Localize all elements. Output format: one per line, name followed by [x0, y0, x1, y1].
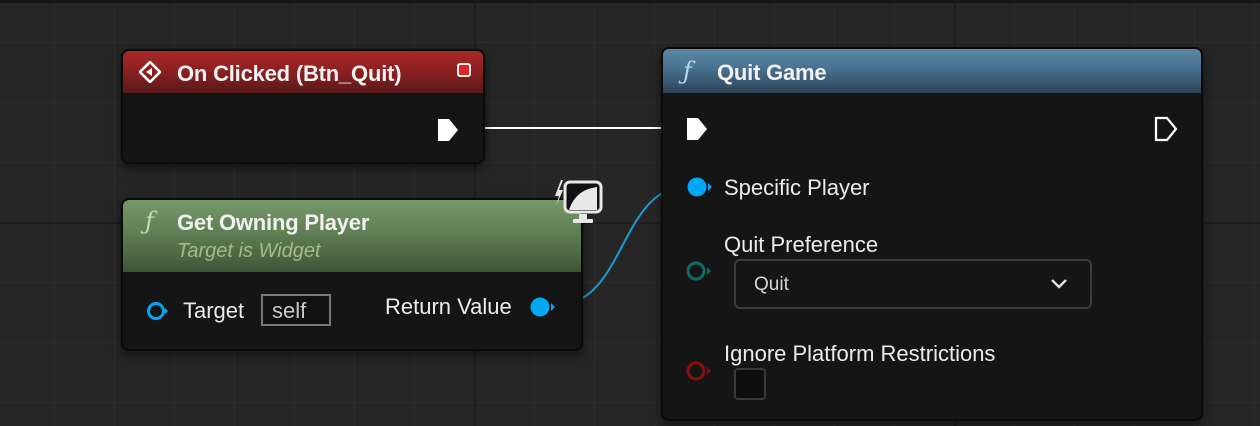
specific-player-label: Specific Player — [724, 175, 870, 200]
get-owning-player-header[interactable]: ƒ Get Owning Player Target is Widget — [123, 200, 581, 272]
quit-game-header[interactable]: ƒ Quit Game — [663, 49, 1201, 93]
exec-out-pin-icon[interactable] — [1153, 116, 1179, 142]
function-icon: ƒ — [683, 57, 692, 85]
quit-game-node[interactable]: ƒ Quit Game Specific Player Quit Prefere… — [661, 47, 1203, 421]
ignore-restrictions-checkbox[interactable] — [734, 368, 766, 400]
event-node-on-clicked[interactable]: On Clicked (Btn_Quit) — [121, 49, 485, 164]
event-diamond-icon — [139, 61, 161, 83]
ignore-restrictions-label: Ignore Platform Restrictions — [724, 341, 996, 366]
quit-preference-dropdown[interactable]: Quit — [734, 259, 1092, 309]
event-node-title: On Clicked (Btn_Quit) — [177, 61, 402, 86]
get-owning-player-title: Get Owning Player — [177, 210, 370, 235]
exec-in-pin-icon[interactable] — [684, 116, 710, 142]
target-self-field[interactable]: self — [261, 294, 331, 326]
get-owning-player-subtitle: Target is Widget — [177, 240, 321, 262]
quit-preference-label: Quit Preference — [724, 232, 879, 257]
return-value-pin-icon[interactable] — [528, 296, 558, 318]
target-pin-label: Target — [183, 298, 245, 323]
graph-top-edge — [0, 0, 1260, 3]
target-object-pin-icon[interactable] — [146, 301, 170, 321]
quit-preference-pin-icon[interactable] — [685, 260, 715, 282]
function-icon: ƒ — [145, 207, 154, 235]
widget-monitor-icon — [555, 180, 603, 223]
quit-game-title: Quit Game — [717, 60, 827, 85]
return-value-label: Return Value — [385, 294, 512, 319]
chevron-down-icon — [1051, 279, 1067, 289]
delegate-output-pin[interactable] — [457, 63, 471, 77]
ignore-restrictions-pin-icon[interactable] — [685, 360, 715, 382]
event-node-header[interactable]: On Clicked (Btn_Quit) — [123, 51, 483, 93]
quit-preference-value: Quit — [754, 274, 789, 295]
exec-out-pin-icon[interactable] — [435, 117, 461, 143]
get-owning-player-node[interactable]: ƒ Get Owning Player Target is Widget Tar… — [121, 180, 603, 351]
target-self-value: self — [272, 298, 307, 323]
specific-player-pin-icon[interactable] — [685, 176, 715, 198]
